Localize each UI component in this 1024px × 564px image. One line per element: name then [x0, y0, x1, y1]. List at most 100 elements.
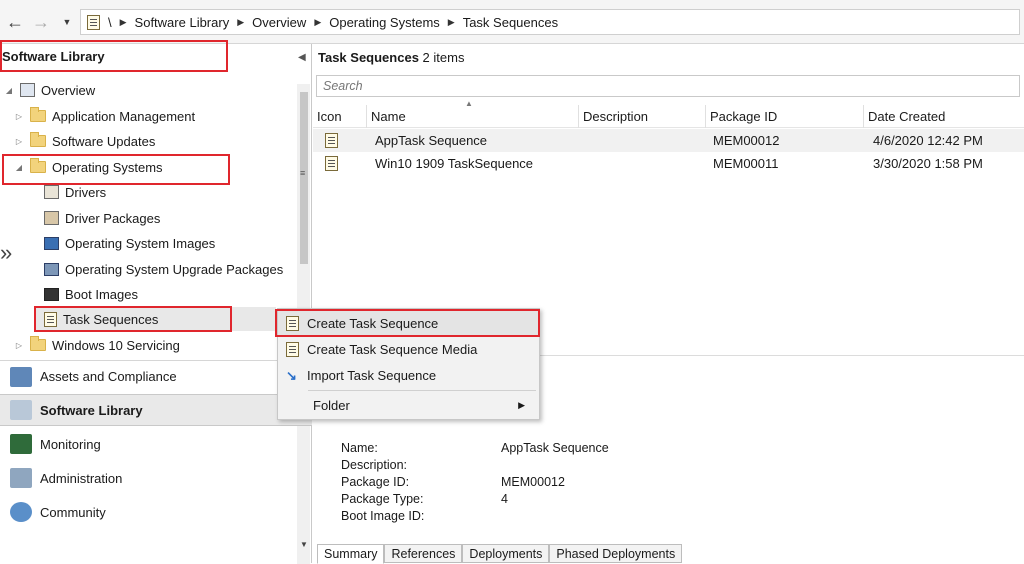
workspace-administration[interactable]: Administration: [0, 462, 312, 494]
breadcrumb-root[interactable]: \: [108, 15, 112, 30]
assets-icon: [10, 366, 32, 387]
submenu-arrow-icon: ▶: [518, 400, 525, 410]
highlight-box-operating-systems: [2, 154, 230, 185]
tree-item-overview[interactable]: ◢ Overview: [4, 80, 95, 100]
breadcrumb-separator-icon[interactable]: ▶: [448, 17, 455, 28]
results-header: Task Sequences 2 items: [313, 44, 1024, 72]
breadcrumb-software-library[interactable]: Software Library: [135, 15, 230, 30]
details-tabs: Summary References Deployments Phased De…: [317, 544, 683, 564]
tree-item-drivers[interactable]: Drivers: [44, 182, 106, 202]
os-image-icon: [44, 236, 59, 250]
breadcrumb-separator-icon[interactable]: ▶: [237, 17, 244, 28]
tree-label: Drivers: [65, 184, 107, 200]
item-count: 2 items: [422, 50, 465, 65]
tree-item-windows-10-servicing[interactable]: ▷ Windows 10 Servicing: [14, 335, 180, 355]
detail-label-description: Description:: [341, 458, 407, 472]
folder-icon: [30, 132, 46, 147]
context-menu: Create Task Sequence Create Task Sequenc…: [275, 308, 540, 420]
tree-scrollbar-thumb[interactable]: [300, 92, 308, 264]
tree-item-driver-packages[interactable]: Driver Packages: [44, 208, 160, 228]
tab-phased-deployments[interactable]: Phased Deployments: [549, 544, 683, 563]
collapsed-icon[interactable]: ▷: [14, 137, 24, 146]
menu-item-import-task-sequence[interactable]: ↘ Import Task Sequence: [278, 363, 539, 388]
task-sequence-icon: [325, 156, 338, 171]
workspace-label: Administration: [40, 470, 123, 486]
tree-item-application-management[interactable]: ▷ Application Management: [14, 106, 195, 126]
table-row[interactable]: AppTask Sequence MEM00012 4/6/2020 12:42…: [313, 129, 1024, 152]
driver-icon: [44, 185, 59, 199]
column-header-icon[interactable]: Icon: [313, 105, 366, 128]
workspace-label: Assets and Compliance: [40, 369, 177, 384]
cell-package-id: MEM00011: [713, 156, 779, 171]
menu-item-create-task-sequence-media[interactable]: Create Task Sequence Media: [278, 337, 539, 362]
tree-item-software-updates[interactable]: ▷ Software Updates: [14, 131, 155, 151]
search-input[interactable]: Search: [316, 75, 1020, 97]
table-row[interactable]: Win10 1909 TaskSequence MEM00011 3/30/20…: [313, 152, 1024, 175]
breadcrumb: \ ▶ Software Library ▶ Overview ▶ Operat…: [80, 9, 1020, 35]
detail-label-boot-image-id: Boot Image ID:: [341, 509, 425, 523]
column-header-name[interactable]: Name: [366, 105, 578, 128]
task-sequence-icon: [325, 133, 338, 148]
administration-icon: [10, 468, 32, 488]
grid-header-row: Icon Name ▲ Description Package ID Date …: [313, 99, 1024, 128]
breadcrumb-task-sequences[interactable]: Task Sequences: [463, 15, 558, 30]
expanded-icon[interactable]: ◢: [4, 86, 14, 95]
forward-arrow-icon[interactable]: →: [30, 11, 52, 33]
tree-item-os-images[interactable]: Operating System Images: [44, 233, 215, 253]
community-icon: [10, 502, 32, 522]
driver-package-icon: [44, 211, 59, 225]
breadcrumb-separator-icon[interactable]: ▶: [120, 17, 127, 28]
tab-summary[interactable]: Summary: [317, 544, 385, 564]
overview-icon: [20, 83, 35, 97]
breadcrumb-operating-systems[interactable]: Operating Systems: [329, 15, 440, 30]
detail-label-package-id: Package ID:: [341, 475, 410, 489]
workspace-monitoring[interactable]: Monitoring: [0, 428, 312, 460]
workspace-community[interactable]: Community: [0, 496, 312, 528]
tab-references[interactable]: References: [384, 544, 463, 563]
address-bar: ← → ▼ \ ▶ Software Library ▶ Overview ▶ …: [0, 0, 1024, 44]
folder-icon: [30, 107, 46, 122]
column-header-package-id[interactable]: Package ID: [705, 105, 863, 128]
menu-item-folder[interactable]: Folder ▶: [278, 393, 539, 418]
menu-item-label: Create Task Sequence Media: [307, 342, 478, 357]
os-upgrade-icon: [44, 262, 59, 276]
history-dropdown-icon[interactable]: ▼: [56, 11, 78, 33]
breadcrumb-overview[interactable]: Overview: [252, 15, 306, 30]
cell-date-created: 3/30/2020 1:58 PM: [873, 156, 983, 171]
menu-item-label: Folder: [313, 398, 350, 413]
breadcrumb-separator-icon[interactable]: ▶: [314, 17, 321, 28]
cell-name: AppTask Sequence: [375, 133, 488, 148]
collapsed-icon[interactable]: ▷: [14, 112, 24, 121]
tree-label: Application Management: [52, 108, 196, 124]
results-title: Task Sequences 2 items: [318, 50, 464, 65]
workspace-label: Community: [40, 504, 106, 520]
cell-date-created: 4/6/2020 12:42 PM: [873, 133, 983, 148]
column-header-description[interactable]: Description: [578, 105, 705, 128]
import-arrow-icon: ↘: [286, 367, 297, 383]
detail-label-package-type: Package Type:: [341, 492, 424, 506]
scroll-down-icon[interactable]: ▼: [300, 540, 308, 549]
tree-item-boot-images[interactable]: Boot Images: [44, 284, 138, 304]
tree-item-os-upgrade-packages[interactable]: Operating System Upgrade Packages: [44, 259, 283, 279]
tree-label: Boot Images: [65, 286, 138, 302]
collapsed-icon[interactable]: ▷: [14, 341, 24, 350]
sort-ascending-icon: ▲: [465, 99, 473, 108]
tree-label: Software Updates: [52, 133, 156, 149]
back-arrow-icon[interactable]: ←: [4, 11, 26, 33]
collapse-pane-icon[interactable]: ◀: [298, 52, 306, 63]
detail-value-package-type: 4: [501, 492, 508, 506]
highlight-box-title: [0, 40, 228, 72]
workspace-software-library[interactable]: Software Library: [0, 394, 312, 426]
expand-pane-icon[interactable]: »: [0, 240, 12, 266]
cell-package-id: MEM00012: [713, 133, 780, 148]
detail-value-package-id: MEM00012: [501, 475, 565, 489]
column-header-date-created[interactable]: Date Created: [863, 105, 1024, 128]
folder-title: Task Sequences: [318, 50, 419, 65]
software-library-icon: [10, 400, 32, 420]
workspace-assets-and-compliance[interactable]: Assets and Compliance: [0, 360, 312, 392]
tree-label: Overview: [41, 82, 96, 98]
tab-deployments[interactable]: Deployments: [462, 544, 550, 563]
workspace-label: Software Library: [40, 402, 143, 418]
tree-label: Driver Packages: [65, 210, 161, 226]
task-sequence-media-icon: [286, 342, 299, 357]
